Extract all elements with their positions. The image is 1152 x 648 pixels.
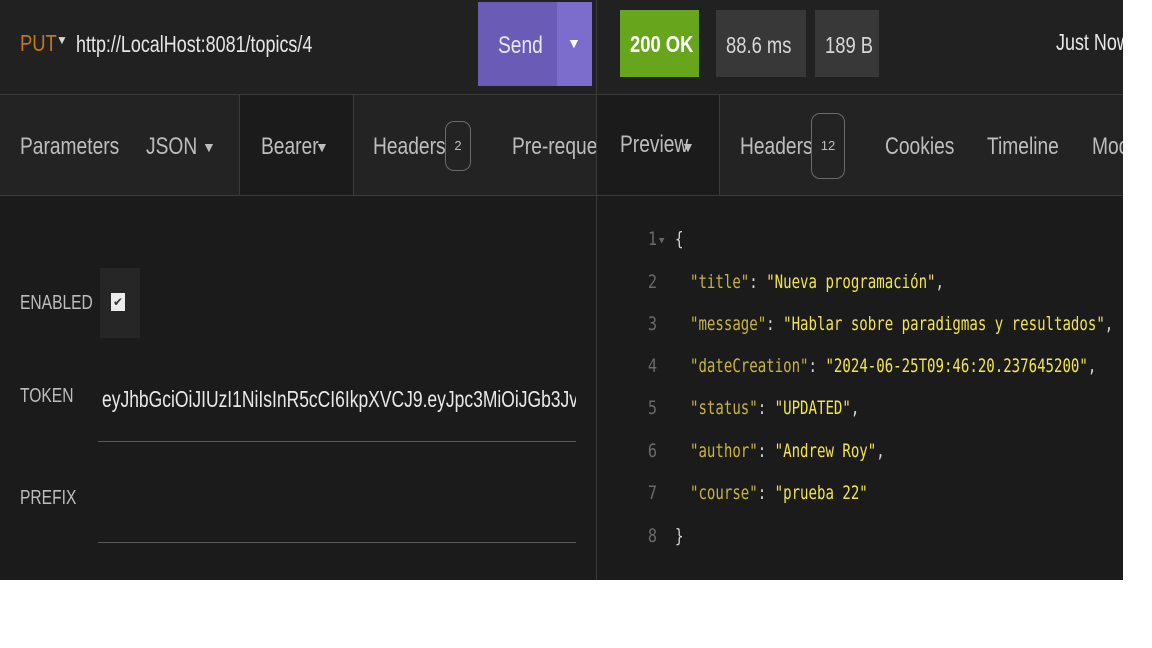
- tab-auth[interactable]: Bearer: [261, 133, 319, 161]
- token-input[interactable]: eyJhbGciOiJIUzI1NiIsInR5cCI6IkpXVCJ9.eyJ…: [102, 386, 576, 413]
- prefix-underline: [98, 542, 576, 543]
- response-headers-count-badge: 12: [811, 113, 845, 179]
- chevron-down-icon[interactable]: ▼: [202, 139, 216, 155]
- code-text: "author": "Andrew Roy",: [690, 440, 885, 462]
- response-size-badge: 189 B: [815, 10, 879, 77]
- tab-prerequest[interactable]: Pre-request: [512, 133, 596, 161]
- send-button-label: Send: [498, 32, 543, 59]
- enabled-label: ENABLED: [20, 292, 93, 314]
- chevron-down-icon[interactable]: ▼: [315, 139, 329, 155]
- response-time: 88.6 ms: [726, 32, 792, 58]
- response-body: 1 ▼ { 2 "title": "Nueva programación", 3…: [597, 196, 1123, 580]
- url-bar: PUT ▼ http://LocalHost:8081/topics/4 Sen…: [0, 0, 596, 95]
- response-history-button[interactable]: Just Now: [1056, 29, 1123, 56]
- code-text: {: [675, 228, 684, 250]
- auth-panel: ENABLED ✔ TOKEN eyJhbGciOiJIUzI1NiIsInR5…: [0, 196, 596, 580]
- line-number: 6: [647, 440, 657, 462]
- line-number: 1: [647, 228, 657, 250]
- headers-count-badge: 2: [445, 121, 471, 171]
- response-tabs: Preview ▼ Headers 12 Cookies Timeline Mo…: [597, 95, 1123, 196]
- code-text: }: [675, 525, 684, 547]
- tab-response-headers[interactable]: Headers: [740, 133, 813, 161]
- line-number: 2: [647, 271, 657, 293]
- code-text: "message": "Hablar sobre paradigmas y re…: [690, 313, 1114, 335]
- token-underline: [98, 441, 576, 442]
- code-text: "status": "UPDATED",: [690, 397, 860, 419]
- fold-icon[interactable]: ▼: [659, 236, 664, 246]
- token-value: eyJhbGciOiJIUzI1NiIsInR5cCI6IkpXVCJ9.eyJ…: [102, 386, 576, 412]
- tab-parameters[interactable]: Parameters: [20, 133, 119, 161]
- method-selector[interactable]: PUT: [20, 30, 57, 57]
- code-text: "course": "prueba 22": [690, 482, 868, 504]
- tab-headers[interactable]: Headers: [373, 133, 446, 161]
- url-input[interactable]: http://LocalHost:8081/topics/4: [76, 31, 312, 58]
- tab-preview[interactable]: Preview: [620, 131, 688, 159]
- tab-timeline[interactable]: Timeline: [987, 133, 1059, 161]
- status-badge: 200 OK: [620, 10, 699, 77]
- code-text: "dateCreation": "2024-06-25T09:46:20.237…: [690, 355, 1097, 377]
- prefix-input[interactable]: [98, 486, 576, 542]
- line-number: 7: [647, 482, 657, 504]
- app-window: PUT ▼ http://LocalHost:8081/topics/4 Sen…: [0, 0, 1123, 580]
- token-label: TOKEN: [20, 385, 74, 407]
- tab-body[interactable]: JSON: [146, 133, 197, 161]
- enabled-checkbox[interactable]: ✔: [111, 293, 125, 311]
- send-button[interactable]: Send ▼: [478, 2, 592, 86]
- tab-cookies[interactable]: Cookies: [885, 133, 954, 161]
- prefix-label: PREFIX: [20, 487, 77, 509]
- chevron-down-icon[interactable]: ▼: [681, 139, 695, 155]
- enabled-checkbox-wrap: ✔: [100, 268, 140, 338]
- send-options-button[interactable]: ▼: [557, 2, 592, 86]
- chevron-down-icon: ▼: [567, 35, 581, 51]
- response-time-badge: 88.6 ms: [716, 10, 806, 77]
- request-tabs: Parameters JSON ▼ Bearer ▼ Headers 2 Pre…: [0, 95, 596, 196]
- method-caret-icon[interactable]: ▼: [56, 33, 68, 47]
- pane-divider[interactable]: [596, 0, 597, 580]
- tab-mock[interactable]: Mock: [1092, 133, 1123, 161]
- line-number: 3: [647, 313, 657, 335]
- code-text: "title": "Nueva programación",: [690, 271, 944, 293]
- status-text: 200 OK: [630, 31, 694, 57]
- line-number: 4: [647, 355, 657, 377]
- line-number: 8: [647, 525, 657, 547]
- line-number: 5: [647, 397, 657, 419]
- response-size: 189 B: [825, 32, 874, 58]
